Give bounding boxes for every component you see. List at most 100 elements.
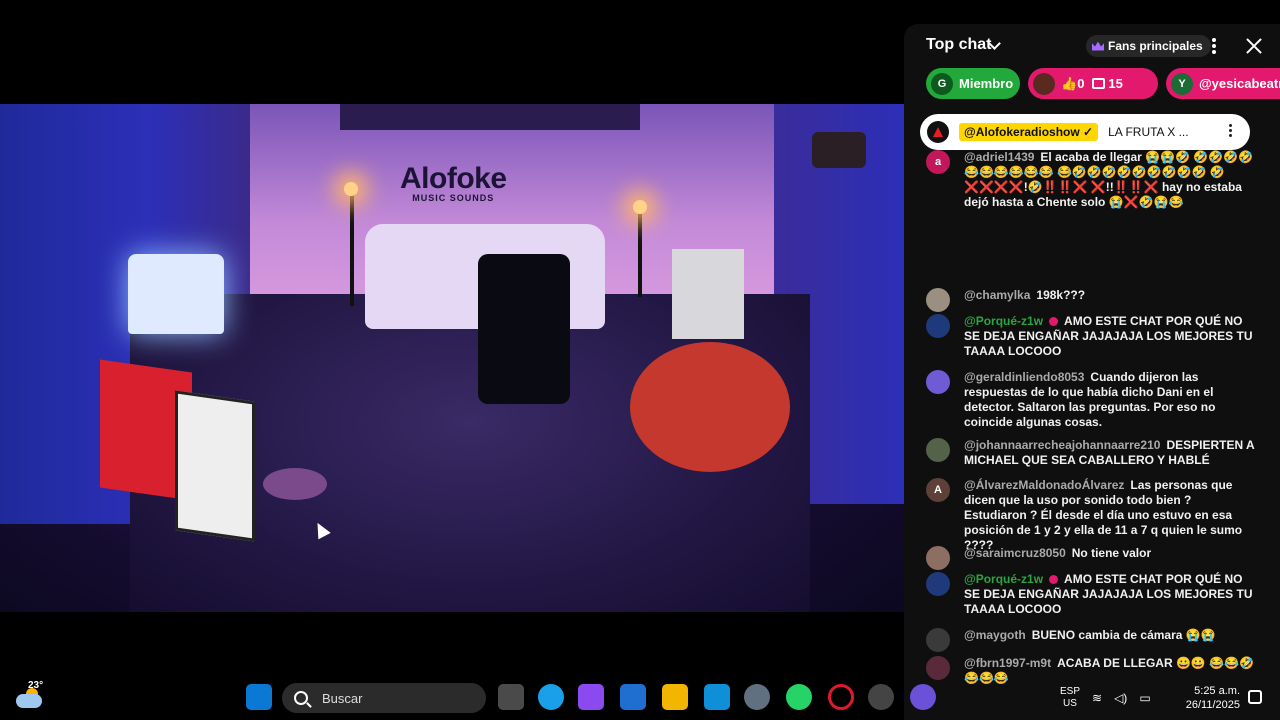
obs-icon[interactable] — [868, 684, 894, 710]
message-body: @johannaarrecheajohannaarre210 DESPIERTEN… — [964, 438, 1256, 468]
table-lamp — [128, 254, 224, 334]
lang-line: ESP — [1060, 686, 1081, 697]
chat-message[interactable]: @johannaarrecheajohannaarre210 DESPIERTEN… — [926, 438, 1256, 468]
chat-message[interactable]: @Porqué-z1w AMO ESTE CHAT POR QUÉ NO SE D… — [926, 314, 1256, 359]
chat-message[interactable]: A @ÁlvarezMaldonadoÁlvarez Las personas qu… — [926, 478, 1256, 553]
wifi-icon[interactable]: ≋ — [1092, 691, 1102, 705]
chat-message[interactable]: @Porqué-z1w AMO ESTE CHAT POR QUÉ NO SE D… — [926, 572, 1256, 617]
member-badge-icon — [1049, 317, 1059, 326]
avatar: G — [931, 72, 953, 95]
message-author[interactable]: @fbrn1997-m9t — [964, 656, 1051, 670]
system-tray: ESP US ≋ ◁) ▭ — [1060, 678, 1151, 718]
temperature: 23° — [28, 680, 44, 691]
avatar[interactable] — [926, 288, 950, 312]
ticker-engagement-pill[interactable]: 👍 0 15 — [1028, 68, 1158, 99]
clock[interactable]: 5:25 a.m. 26/11/2025 — [1178, 684, 1240, 712]
windows-taskbar: 23° Buscar ESP US ≋ ◁) ▭ 5:25 a.m. 26/11 — [0, 676, 1280, 720]
message-text: BUENO cambia de cámara 😭😭 — [1031, 628, 1216, 642]
notification-icon[interactable] — [1248, 690, 1262, 704]
close-icon[interactable] — [1244, 36, 1264, 56]
avatar[interactable]: A — [926, 478, 950, 502]
message-author[interactable]: @geraldinliendo8053 — [964, 370, 1084, 384]
fans-principales-button[interactable]: Fans principales — [1086, 35, 1211, 57]
avatar[interactable] — [926, 370, 950, 394]
avatar: Y — [1171, 72, 1193, 95]
message-author[interactable]: @johannaarrecheajohannaarre210 — [964, 438, 1160, 452]
avatar[interactable] — [926, 314, 950, 338]
message-body: @adriel1439 El acaba de llegar 😭😭🤣 🤣🤣🤣🤣😂😂… — [964, 150, 1256, 210]
chat-mode-title[interactable]: Top chat — [926, 36, 991, 54]
battery-icon[interactable]: ▭ — [1139, 691, 1150, 705]
message-author[interactable]: @adriel1439 — [964, 150, 1034, 164]
message-author[interactable]: @Porqué-z1w — [964, 572, 1043, 586]
avatar[interactable] — [926, 572, 950, 596]
camera-icon — [812, 132, 866, 168]
chat-header: Top chat Fans principales — [904, 24, 1280, 68]
ticker-user-pill[interactable]: Y @yesicabeatr... — [1166, 68, 1280, 99]
pinned-text: LA FRUTA X ... — [1108, 125, 1189, 139]
pinned-message[interactable]: @Alofokeradioshow ✓ LA FRUTA X ... — [920, 114, 1250, 150]
ticker-member-pill[interactable]: G Miembro — [926, 68, 1020, 99]
app-icon[interactable] — [910, 684, 936, 710]
floor-lamp — [350, 186, 354, 306]
chat-message[interactable]: @chamylka 198k??? — [926, 288, 1256, 312]
search-icon — [294, 691, 308, 705]
thumbs-up-icon: 👍 — [1061, 75, 1078, 91]
store-icon[interactable] — [620, 684, 646, 710]
chat-message[interactable]: @geraldinliendo8053 Cuando dijeron las re… — [926, 370, 1256, 430]
more-options-icon[interactable] — [1229, 124, 1232, 139]
task-view-icon[interactable] — [498, 684, 524, 710]
lang-line: US — [1063, 698, 1077, 709]
avatar — [1033, 72, 1055, 95]
member-badge-icon — [1049, 575, 1059, 584]
file-explorer-icon[interactable] — [662, 684, 688, 710]
pill-label: Miembro — [959, 76, 1014, 91]
live-video[interactable]: Alofoke MUSIC SOUNDS — [0, 104, 904, 612]
copilot-icon[interactable] — [578, 684, 604, 710]
message-text: 198k??? — [1036, 288, 1086, 302]
message-author[interactable]: @saraimcruz8050 — [964, 546, 1066, 560]
avatar[interactable] — [926, 546, 950, 570]
whatsapp-icon[interactable] — [786, 684, 812, 710]
avatar[interactable]: a — [926, 150, 950, 174]
logo-sub-text: MUSIC SOUNDS — [412, 193, 495, 203]
logo-main-text: Alofoke — [400, 162, 507, 195]
message-body: @ÁlvarezMaldonadoÁlvarez Las personas que… — [964, 478, 1256, 553]
likes-count: 0 — [1077, 76, 1085, 91]
floor-lamp — [638, 202, 642, 297]
pill-label: @yesicabeatr... — [1199, 76, 1280, 91]
message-body: @maygoth BUENO cambia de cámara 😭😭 — [964, 628, 1256, 643]
edge-icon[interactable] — [538, 684, 564, 710]
live-chat-panel: Top chat Fans principales G Miembro 👍 0 … — [904, 24, 1280, 720]
volume-icon[interactable]: ◁) — [1114, 691, 1127, 705]
red-rug — [630, 342, 790, 472]
message-body: @Porqué-z1w AMO ESTE CHAT POR QUÉ NO SE D… — [964, 572, 1256, 617]
chat-message[interactable]: a @adriel1439 El acaba de llegar 😭😭🤣 🤣🤣🤣🤣😂… — [926, 150, 1256, 210]
message-author[interactable]: @maygoth — [964, 628, 1026, 642]
settings-icon[interactable] — [744, 684, 770, 710]
comments-count: 15 — [1108, 76, 1123, 91]
time: 5:25 a.m. — [1194, 685, 1240, 697]
message-author[interactable]: @chamylka — [964, 288, 1030, 302]
comment-icon — [1092, 78, 1106, 89]
chat-message-list[interactable]: a @adriel1439 El acaba de llegar 😭😭🤣 🤣🤣🤣🤣😂… — [904, 150, 1280, 720]
acoustic-panel — [340, 104, 640, 130]
chat-message[interactable]: @maygoth BUENO cambia de cámara 😭😭 — [926, 628, 1256, 652]
avatar[interactable] — [926, 438, 950, 462]
opera-icon[interactable] — [828, 684, 854, 710]
taskbar-search[interactable]: Buscar — [282, 683, 486, 713]
chat-ticker: G Miembro 👍 0 15 Y @yesicabeatr... — [926, 68, 1280, 100]
app-icon[interactable] — [704, 684, 730, 710]
channel-avatar — [927, 121, 949, 143]
message-body: @geraldinliendo8053 Cuando dijeron las re… — [964, 370, 1256, 430]
windows-start-icon[interactable] — [246, 684, 272, 710]
message-author[interactable]: @ÁlvarezMaldonadoÁlvarez — [964, 478, 1124, 492]
screen: Alofoke MUSIC SOUNDS Top chat Fans princ… — [0, 0, 1280, 720]
avatar[interactable] — [926, 628, 950, 652]
message-author[interactable]: @Porqué-z1w — [964, 314, 1043, 328]
language-indicator[interactable]: ESP US — [1060, 686, 1080, 710]
lamp-bulb — [633, 200, 647, 214]
lamp-bulb — [344, 182, 358, 196]
more-options-icon[interactable] — [1212, 38, 1216, 54]
chat-message[interactable]: @saraimcruz8050 No tiene valor — [926, 546, 1256, 570]
